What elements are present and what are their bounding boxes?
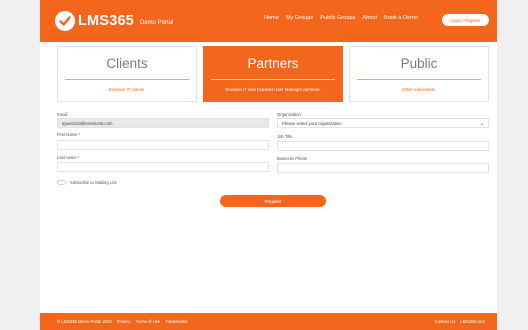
brand-subtitle: Demo Portal	[140, 19, 174, 26]
card-partners[interactable]: Partners Envision IT and Extranet User M…	[203, 46, 343, 102]
job-title-field[interactable]	[277, 141, 489, 151]
last-name-label: Last name *	[57, 155, 80, 160]
card-divider	[211, 79, 335, 80]
organization-select[interactable]: Please select your organization ⌄	[277, 118, 489, 128]
nav-public-groups[interactable]: Public Groups	[320, 15, 355, 21]
footer-site-link[interactable]: LMS365.com	[460, 319, 485, 324]
card-title: Public	[400, 56, 438, 71]
organization-value: Please select your organization	[282, 120, 342, 126]
card-public[interactable]: Public Other individuals.	[349, 46, 489, 102]
job-title-label: Job Title	[277, 134, 293, 139]
register-button[interactable]: Register	[220, 195, 326, 207]
footer-links-right: Contact Us LMS365.com	[435, 319, 485, 324]
subscribe-label: Subscribe to Mailing List	[70, 180, 117, 185]
nav-book-demo[interactable]: Book a Demo	[384, 15, 418, 21]
first-name-label: First Name *	[57, 132, 81, 137]
card-divider	[357, 79, 481, 80]
last-name-field[interactable]	[57, 162, 269, 172]
footer-contact-link[interactable]: Contact Us	[435, 319, 456, 324]
footer-copyright: © LMS365 Demo Portal 2023	[57, 319, 112, 324]
email-label: Email	[57, 112, 68, 117]
business-phone-label: Business Phone	[277, 156, 308, 161]
card-description: Envision IT and Extranet User Manager pa…	[225, 87, 321, 92]
card-description: Envision IT clients.	[108, 87, 146, 92]
card-description: Other individuals.	[402, 87, 436, 92]
login-register-button[interactable]: Login / Register	[442, 14, 489, 26]
card-clients[interactable]: Clients Envision IT clients.	[57, 46, 197, 102]
card-title: Clients	[106, 56, 148, 71]
footer-trademarks-link[interactable]: Trademarks	[165, 319, 187, 324]
subscribe-toggle[interactable]	[57, 180, 66, 185]
main-nav: Home My Groups Public Groups About Book …	[264, 15, 418, 21]
logo-check-icon	[55, 11, 75, 31]
nav-my-groups[interactable]: My Groups	[286, 15, 313, 21]
organization-label: Organization	[277, 112, 301, 117]
footer-links-left: © LMS365 Demo Portal 2023 Privacy Terms …	[57, 319, 187, 324]
email-value: tguest123@envisionit.com	[62, 120, 113, 126]
card-divider	[65, 79, 189, 80]
footer-privacy-link[interactable]: Privacy	[117, 319, 131, 324]
chevron-down-icon: ⌄	[479, 121, 484, 127]
card-title: Partners	[247, 56, 299, 71]
logo[interactable]: LMS365 Demo Portal	[55, 10, 173, 32]
business-phone-field[interactable]	[277, 163, 489, 173]
email-field[interactable]: tguest123@envisionit.com	[57, 118, 269, 128]
footer-terms-link[interactable]: Terms of Use	[136, 319, 161, 324]
nav-about[interactable]: About	[362, 15, 377, 21]
nav-home[interactable]: Home	[264, 15, 279, 21]
first-name-field[interactable]	[57, 140, 269, 150]
brand-name: LMS365	[78, 13, 134, 29]
